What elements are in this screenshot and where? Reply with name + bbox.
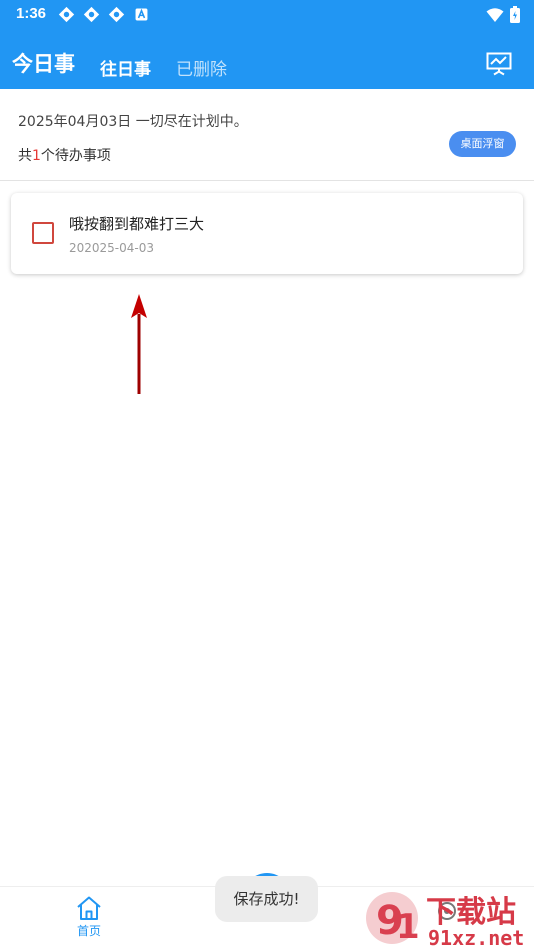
status-left-icons [58,6,150,23]
battery-icon [510,6,520,23]
svg-text:91xz.net: 91xz.net [428,926,524,950]
task-title: 哦按翻到都难打三大 [69,215,205,233]
todo-count-prefix: 共 [18,148,32,164]
date-line: 2025年04月03日 一切尽在计划中。 [18,114,248,130]
home-icon [77,896,101,920]
tab-today[interactable]: 今日事 [12,48,75,78]
tab-deleted[interactable]: 已删除 [176,55,227,80]
task-card[interactable]: 哦按翻到都难打三大 202025-04-03 [11,193,523,274]
annotation-arrow-icon [131,294,147,394]
wifi-icon [486,7,504,22]
todo-count: 共1个待办事项 [18,145,111,165]
sync-icon [108,6,125,23]
svg-text:下载站: 下载站 [426,895,516,930]
status-time: 1:36 [16,5,47,22]
sync-icon [83,6,100,23]
todo-count-value: 1 [32,148,41,164]
nav-home-label: 首页 [76,924,101,938]
todo-count-suffix: 个待办事项 [40,148,111,164]
status-bar: 1:36 [0,0,534,28]
summary-panel: 2025年04月03日 一切尽在计划中。 共1个待办事项 桌面浮窗 [0,89,534,181]
desktop-float-button[interactable]: 桌面浮窗 [449,131,516,157]
nav-home[interactable]: 首页 [66,895,112,945]
task-checkbox[interactable] [32,222,54,244]
app-header: 今日事 往日事 已删除 [0,28,534,89]
chart-presentation-icon[interactable] [486,52,512,76]
font-a-icon [135,8,148,21]
toast-message: 保存成功! [215,876,318,922]
watermark-logo: 9 1 下载站 91xz.net [366,892,524,950]
task-date: 202025-04-03 [69,241,155,255]
sync-icon [58,6,75,23]
tab-past[interactable]: 往日事 [100,55,151,80]
status-right-icons [486,6,520,23]
svg-text:1: 1 [396,907,420,947]
